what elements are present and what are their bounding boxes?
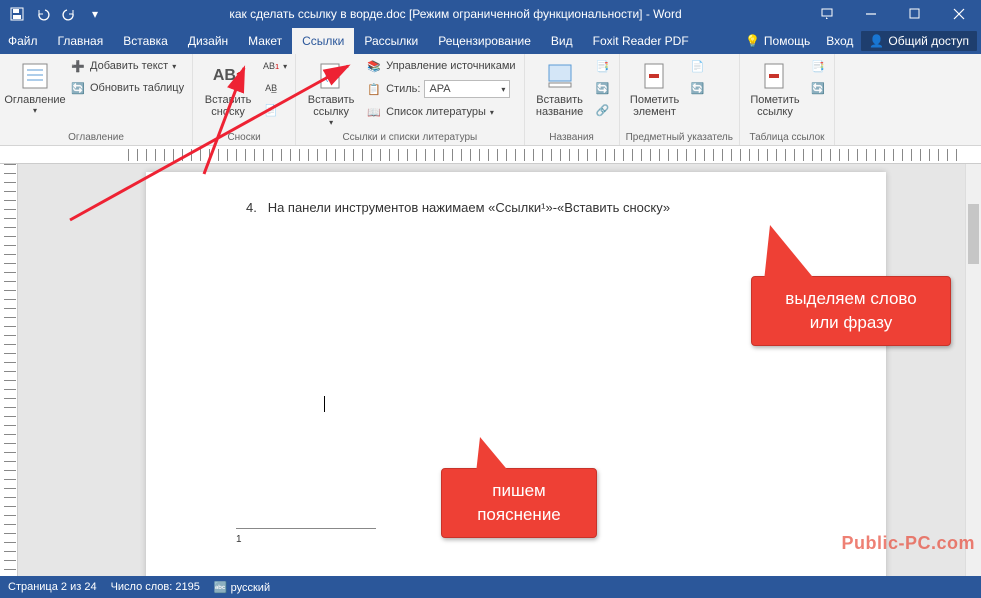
group-index: Пометить элемент 📄 🔄 Предметный указател… <box>620 54 740 145</box>
mark-entry-icon <box>639 60 671 92</box>
tof-icon: 📑 <box>595 58 611 74</box>
share-button[interactable]: 👤Общий доступ <box>861 31 977 51</box>
citation-icon: (-) <box>315 60 347 92</box>
tab-mailings[interactable]: Рассылки <box>354 28 428 54</box>
update-tof-button[interactable]: 🔄 <box>593 78 613 98</box>
text-cursor <box>324 396 325 412</box>
quick-access-toolbar: ▾ <box>0 3 106 25</box>
citation-style: 📋Стиль: APA▾ <box>364 78 517 100</box>
show-notes-icon: 📄 <box>263 102 279 118</box>
add-text-button[interactable]: ➕Добавить текст ▾ <box>68 56 186 76</box>
insert-footnote-button[interactable]: AB1 Вставить сноску <box>199 56 257 118</box>
undo-icon[interactable] <box>32 3 54 25</box>
status-words[interactable]: Число слов: 2195 <box>111 581 200 593</box>
mark-cite-icon <box>759 60 791 92</box>
status-page[interactable]: Страница 2 из 24 <box>8 581 97 593</box>
scrollbar-vertical[interactable] <box>965 164 981 576</box>
cross-ref-icon: 🔗 <box>595 102 611 118</box>
insert-index-button[interactable]: 📄 <box>688 56 708 76</box>
footnote-separator <box>236 528 376 529</box>
tab-design[interactable]: Дизайн <box>178 28 238 54</box>
mark-citation-button[interactable]: Пометить ссылку <box>746 56 804 118</box>
index-icon: 📄 <box>690 58 706 74</box>
status-lang[interactable]: 🔤 русский <box>214 581 270 594</box>
insert-citation-button[interactable]: (-) Вставить ссылку ▾ <box>302 56 360 127</box>
sources-icon: 📚 <box>366 58 382 74</box>
save-icon[interactable] <box>6 3 28 25</box>
show-notes-button[interactable]: 📄 <box>261 100 289 120</box>
qat-more-icon[interactable]: ▾ <box>84 3 106 25</box>
close-button[interactable] <box>937 0 981 28</box>
toc-button[interactable]: Оглавление ▾ <box>6 56 64 115</box>
insert-toa-button[interactable]: 📑 <box>808 56 828 76</box>
caption-icon <box>544 60 576 92</box>
endnote-icon: AB1 <box>263 58 279 74</box>
redo-icon[interactable] <box>58 3 80 25</box>
ruler-horizontal[interactable] <box>0 146 981 164</box>
tab-insert[interactable]: Вставка <box>113 28 178 54</box>
toa-icon: 📑 <box>810 58 826 74</box>
window-controls <box>805 0 981 28</box>
doc-paragraph[interactable]: 4. На панели инструментов нажимаем «Ссыл… <box>246 200 796 215</box>
tab-references[interactable]: Ссылки <box>292 28 354 54</box>
tab-layout[interactable]: Макет <box>238 28 292 54</box>
tab-home[interactable]: Главная <box>48 28 114 54</box>
ribbon: Оглавление ▾ ➕Добавить текст ▾ 🔄Обновить… <box>0 54 981 146</box>
biblio-icon: 📖 <box>366 104 382 120</box>
group-citations: (-) Вставить ссылку ▾ 📚Управление источн… <box>296 54 524 145</box>
tab-foxit[interactable]: Foxit Reader PDF <box>583 28 699 54</box>
group-toc: Оглавление ▾ ➕Добавить текст ▾ 🔄Обновить… <box>0 54 193 145</box>
callout-select-word: выделяем слово или фразу <box>751 276 951 346</box>
insert-endnote-button[interactable]: AB1▾ <box>261 56 289 76</box>
next-footnote-icon: AB̲ <box>263 80 279 96</box>
maximize-button[interactable] <box>893 0 937 28</box>
mark-entry-button[interactable]: Пометить элемент <box>626 56 684 118</box>
tab-file[interactable]: Файл <box>0 28 48 54</box>
group-captions: Вставить название 📑 🔄 🔗 Названия <box>525 54 620 145</box>
manage-sources-button[interactable]: 📚Управление источниками <box>364 56 517 76</box>
update-toc-button[interactable]: 🔄Обновить таблицу <box>68 78 186 98</box>
update-index-button[interactable]: 🔄 <box>688 78 708 98</box>
update-tof-icon: 🔄 <box>595 80 611 96</box>
next-footnote-button[interactable]: AB̲ <box>261 78 289 98</box>
window-title: как сделать ссылку в ворде.doc [Режим ог… <box>106 7 805 21</box>
update-index-icon: 🔄 <box>690 80 706 96</box>
ruler-vertical[interactable] <box>0 164 18 576</box>
add-text-icon: ➕ <box>70 58 86 74</box>
update-toa-icon: 🔄 <box>810 80 826 96</box>
bibliography-button[interactable]: 📖Список литературы ▾ <box>364 102 517 122</box>
tab-review[interactable]: Рецензирование <box>428 28 541 54</box>
callout-write-note: пишем пояснение <box>441 468 597 538</box>
group-footnotes: AB1 Вставить сноску AB1▾ AB̲ 📄 Сноски <box>193 54 296 145</box>
svg-text:(-): (-) <box>325 72 335 83</box>
titlebar: ▾ как сделать ссылку в ворде.doc [Режим … <box>0 0 981 28</box>
style-icon: 📋 <box>366 81 382 97</box>
bulb-icon: 💡 <box>745 34 760 48</box>
toc-icon <box>19 60 51 92</box>
tab-view[interactable]: Вид <box>541 28 583 54</box>
menu-bar: Файл Главная Вставка Дизайн Макет Ссылки… <box>0 28 981 54</box>
update-icon: 🔄 <box>70 80 86 96</box>
scroll-thumb[interactable] <box>968 204 979 264</box>
update-toa-button[interactable]: 🔄 <box>808 78 828 98</box>
signin-button[interactable]: Вход <box>818 34 861 48</box>
insert-caption-button[interactable]: Вставить название <box>531 56 589 118</box>
footnote-number: 1 <box>236 534 242 545</box>
footnote-icon: AB1 <box>212 60 244 92</box>
person-icon: 👤 <box>869 34 884 48</box>
status-bar: Страница 2 из 24 Число слов: 2195 🔤 русс… <box>0 576 981 598</box>
ribbon-options-icon[interactable] <box>805 0 849 28</box>
help-button[interactable]: 💡Помощь <box>737 34 818 48</box>
cross-ref-button[interactable]: 🔗 <box>593 100 613 120</box>
insert-tof-button[interactable]: 📑 <box>593 56 613 76</box>
watermark: Public-PC.com <box>841 533 975 554</box>
group-toa: Пометить ссылку 📑 🔄 Таблица ссылок <box>740 54 835 145</box>
minimize-button[interactable] <box>849 0 893 28</box>
style-combo[interactable]: APA▾ <box>424 80 510 98</box>
